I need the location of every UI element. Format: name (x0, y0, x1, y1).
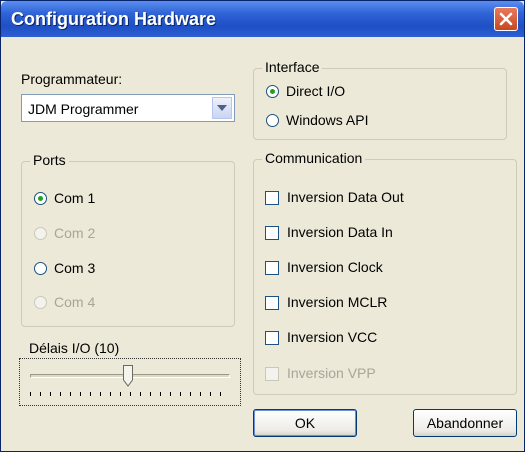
slider-tick (180, 392, 181, 396)
slider-tick (140, 392, 141, 396)
checkbox-data-out[interactable] (265, 191, 279, 205)
slider-tick (190, 392, 191, 396)
slider-tick (60, 392, 61, 396)
slider-tick (40, 392, 41, 396)
slider-tick (210, 392, 211, 396)
vpp-label: Inversion VPP (287, 365, 376, 381)
programmer-selected-value: JDM Programmer (28, 101, 139, 117)
ok-button[interactable]: OK (253, 409, 357, 437)
clock-label: Inversion Clock (287, 259, 383, 275)
communication-legend: Communication (262, 150, 366, 166)
mclr-label: Inversion MCLR (287, 294, 388, 310)
radio-com1[interactable] (34, 192, 47, 205)
slider-tick (110, 392, 111, 396)
slider-tick (170, 392, 171, 396)
programmer-select[interactable]: JDM Programmer (21, 94, 235, 122)
slider-tick (100, 392, 101, 396)
delay-label: Délais I/O (10) (29, 340, 120, 356)
window-title: Configuration Hardware (11, 9, 217, 29)
slider-thumb[interactable] (123, 365, 133, 387)
slider-tick (30, 392, 31, 396)
checkbox-mclr[interactable] (265, 296, 279, 310)
slider-tick (200, 392, 201, 396)
close-button[interactable] (494, 7, 518, 31)
checkbox-clock[interactable] (265, 261, 279, 275)
close-icon (499, 12, 513, 26)
radio-direct-io[interactable] (266, 85, 279, 98)
com1-label: Com 1 (54, 190, 96, 206)
delay-slider[interactable] (19, 358, 241, 406)
slider-tick (50, 392, 51, 396)
title-bar[interactable]: Configuration Hardware (1, 1, 524, 37)
dropdown-button[interactable] (212, 97, 232, 119)
checkbox-vpp (265, 367, 279, 381)
checkbox-data-in[interactable] (265, 226, 279, 240)
radio-selected-dot (38, 196, 43, 201)
com3-label: Com 3 (54, 260, 96, 276)
vcc-label: Inversion VCC (287, 329, 378, 345)
checkbox-vcc[interactable] (265, 331, 279, 345)
radio-selected-dot (270, 89, 275, 94)
slider-tick (80, 392, 81, 396)
slider-tick (120, 392, 121, 396)
radio-com4 (34, 296, 47, 309)
com2-label: Com 2 (54, 225, 96, 241)
data-in-label: Inversion Data In (287, 224, 393, 240)
slider-tick (220, 392, 221, 396)
configuration-dialog: Configuration Hardware Programmateur: JD… (0, 0, 525, 452)
data-out-label: Inversion Data Out (287, 189, 404, 205)
interface-group: Interface (253, 59, 507, 140)
cancel-button[interactable]: Abandonner (413, 409, 517, 437)
slider-tick (150, 392, 151, 396)
ports-legend: Ports (30, 152, 69, 168)
slider-tick (90, 392, 91, 396)
slider-tick (130, 392, 131, 396)
chevron-down-icon (217, 105, 227, 111)
windows-api-label: Windows API (286, 112, 369, 128)
programmer-label: Programmateur: (21, 71, 123, 87)
slider-tick (160, 392, 161, 396)
com4-label: Com 4 (54, 294, 96, 310)
interface-legend: Interface (262, 59, 323, 75)
direct-io-label: Direct I/O (286, 83, 346, 99)
slider-tick (70, 392, 71, 396)
radio-windows-api[interactable] (266, 114, 279, 127)
radio-com3[interactable] (34, 262, 47, 275)
radio-com2 (34, 227, 47, 240)
